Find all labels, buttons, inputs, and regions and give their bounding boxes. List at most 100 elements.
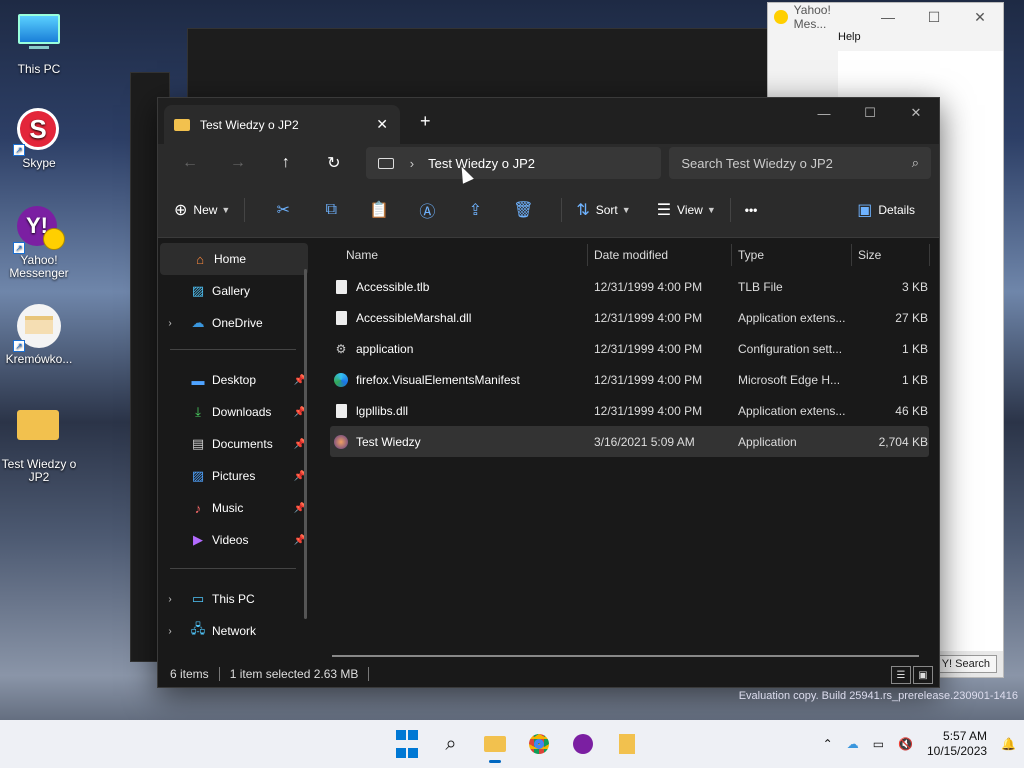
column-type[interactable]: Type bbox=[732, 244, 852, 266]
refresh-icon[interactable]: ↻ bbox=[310, 153, 358, 173]
file-icon bbox=[334, 279, 348, 295]
column-date[interactable]: Date modified bbox=[588, 244, 732, 266]
yahoo-search-button[interactable]: Y! Search bbox=[934, 655, 997, 673]
back-arrow-icon[interactable]: ← bbox=[166, 154, 214, 172]
desktop-icon-label: Skype bbox=[22, 156, 56, 170]
table-row[interactable]: AccessibleMarshal.dll 12/31/1999 4:00 PM… bbox=[330, 302, 929, 333]
desktop-icon-yahoo[interactable]: Y! ↗ Yahoo! Messenger bbox=[0, 206, 78, 280]
onedrive-icon[interactable]: ☁ bbox=[847, 737, 859, 751]
nav-item-pictures[interactable]: ▨ Pictures 📌 bbox=[158, 460, 314, 492]
table-row-selected[interactable]: Test Wiedzy 3/16/2021 5:09 AM Applicatio… bbox=[330, 426, 929, 457]
nav-item-documents[interactable]: ▤ Documents 📌 bbox=[158, 428, 314, 460]
config-file-icon: ⚙ bbox=[335, 341, 347, 356]
breadcrumb[interactable]: Test Wiedzy o JP2 bbox=[428, 156, 535, 171]
details-label: Details bbox=[878, 203, 915, 217]
nav-item-downloads[interactable]: ⤓ Downloads 📌 bbox=[158, 396, 314, 428]
clock[interactable]: 5:57 AM 10/15/2023 bbox=[927, 729, 987, 759]
nav-item-videos[interactable]: ▶ Videos 📌 bbox=[158, 524, 314, 556]
desktop-icon-skype[interactable]: S ↗ Skype bbox=[0, 108, 78, 170]
item-count: 6 items bbox=[170, 667, 209, 681]
share-icon[interactable]: ⇪ bbox=[451, 200, 499, 220]
nav-label: OneDrive bbox=[212, 316, 263, 330]
table-row[interactable]: Accessible.tlb 12/31/1999 4:00 PM TLB Fi… bbox=[330, 271, 929, 302]
nav-item-home[interactable]: ⌂ Home bbox=[160, 243, 308, 275]
column-name[interactable]: Name bbox=[314, 244, 588, 266]
address-field[interactable]: › Test Wiedzy o JP2 bbox=[365, 147, 662, 179]
desktop-icon-test-wiedzy[interactable]: Test Wiedzy o JP2 bbox=[0, 402, 78, 484]
table-row[interactable]: lgpllibs.dll 12/31/1999 4:00 PM Applicat… bbox=[330, 395, 929, 426]
desktop-icon: ▬ bbox=[191, 372, 205, 388]
more-options-icon[interactable]: ••• bbox=[745, 194, 758, 226]
system-tray: ⌃ ☁ ▭ 🔇 5:57 AM 10/15/2023 🔔 bbox=[823, 720, 1016, 768]
tab-test-wiedzy[interactable]: Test Wiedzy o JP2 ✕ bbox=[164, 105, 400, 144]
nav-item-music[interactable]: ♪ Music 📌 bbox=[158, 492, 314, 524]
navigation-pane: ⌂ Home ▨ Gallery › ☁ OneDrive ▬ Desktop … bbox=[158, 239, 314, 661]
monitor-icon bbox=[17, 14, 61, 58]
column-size[interactable]: Size bbox=[852, 244, 930, 266]
horizontal-scrollbar[interactable] bbox=[332, 655, 919, 657]
table-row[interactable]: firefox.VisualElementsManifest 12/31/199… bbox=[330, 364, 929, 395]
maximize-icon[interactable]: ☐ bbox=[847, 98, 893, 128]
search-icon[interactable]: ⌕ bbox=[434, 727, 468, 761]
chevron-up-icon[interactable]: ⌃ bbox=[823, 737, 833, 751]
nav-label: Gallery bbox=[212, 284, 251, 298]
delete-icon[interactable]: 🗑 bbox=[499, 200, 547, 220]
folder-app-icon[interactable] bbox=[610, 727, 644, 761]
file-explorer-window[interactable]: Test Wiedzy o JP2 ✕ + — ☐ ✕ ← → ↑ ↻ › Te… bbox=[157, 97, 940, 688]
desktop-icon-kremowko[interactable]: ↗ Kremówko... bbox=[0, 304, 78, 366]
search-input[interactable]: Search Test Wiedzy o JP2 ⌕ bbox=[669, 147, 932, 179]
nav-item-gallery[interactable]: ▨ Gallery bbox=[158, 275, 314, 307]
yahoo-messenger-icon[interactable] bbox=[566, 727, 600, 761]
rename-icon[interactable]: Ⓐ bbox=[403, 198, 451, 222]
nav-label: Downloads bbox=[212, 405, 272, 419]
forward-arrow-icon[interactable]: → bbox=[214, 154, 262, 172]
maximize-icon[interactable]: ☐ bbox=[911, 9, 957, 26]
details-button[interactable]: ▣ Details bbox=[857, 194, 915, 226]
view-button[interactable]: ☰ View ▼ bbox=[657, 194, 716, 226]
desktop-icon-this-pc[interactable]: This PC bbox=[0, 10, 78, 76]
yahoo-icon: Y! ↗ bbox=[13, 206, 65, 254]
minimize-icon[interactable]: — bbox=[801, 98, 847, 128]
network-icon[interactable]: ▭ bbox=[873, 737, 884, 751]
up-arrow-icon[interactable]: ↑ bbox=[262, 154, 310, 172]
volume-muted-icon[interactable]: 🔇 bbox=[898, 737, 913, 751]
notification-bell-icon[interactable]: 🔔 bbox=[1001, 737, 1016, 751]
build-watermark: Evaluation copy. Build 25941.rs_prerelea… bbox=[738, 690, 1018, 702]
tiles-view-icon[interactable]: ▣ bbox=[913, 666, 933, 684]
table-row[interactable]: ⚙ application 12/31/1999 4:00 PM Configur… bbox=[330, 333, 929, 364]
chrome-icon[interactable] bbox=[522, 727, 556, 761]
new-tab-icon[interactable]: + bbox=[420, 111, 431, 132]
nav-item-onedrive[interactable]: › ☁ OneDrive bbox=[158, 307, 314, 339]
skype-icon: S ↗ bbox=[13, 108, 61, 156]
close-tab-icon[interactable]: ✕ bbox=[376, 116, 388, 133]
yahoo-title-bar[interactable]: Yahoo! Mes... — ☐ ✕ bbox=[768, 3, 1003, 31]
address-bar: ← → ↑ ↻ › Test Wiedzy o JP2 Search Test … bbox=[158, 144, 939, 182]
chevron-down-icon: ▼ bbox=[706, 204, 716, 215]
cut-icon[interactable]: ✂ bbox=[259, 200, 307, 220]
nav-scrollbar[interactable] bbox=[304, 269, 307, 619]
start-icon[interactable] bbox=[390, 727, 424, 761]
nav-label: Home bbox=[214, 252, 247, 266]
pictures-icon: ▨ bbox=[191, 468, 205, 483]
chevron-right-icon[interactable]: › bbox=[158, 594, 182, 605]
nav-item-network[interactable]: › 🖧 Network bbox=[158, 615, 314, 647]
close-icon[interactable]: ✕ bbox=[957, 9, 1003, 26]
desktop-icon-label: Test Wiedzy o JP2 bbox=[1, 457, 77, 484]
shortcut-arrow-icon: ↗ bbox=[13, 242, 25, 254]
paste-icon[interactable]: 📋 bbox=[355, 200, 403, 220]
chevron-right-icon[interactable]: › bbox=[158, 626, 182, 637]
minimize-icon[interactable]: — bbox=[865, 9, 911, 26]
file-explorer-icon[interactable] bbox=[478, 727, 512, 763]
chevron-right-icon[interactable]: › bbox=[158, 318, 182, 329]
copy-icon[interactable]: ⧉ bbox=[307, 201, 355, 219]
nav-item-desktop[interactable]: ▬ Desktop 📌 bbox=[158, 364, 314, 396]
background-window[interactable]: ✕ bbox=[187, 28, 837, 98]
home-icon: ⌂ bbox=[196, 251, 204, 267]
nav-label: Videos bbox=[212, 533, 249, 547]
yahoo-menu-help[interactable]: Help bbox=[768, 31, 1003, 49]
close-icon[interactable]: ✕ bbox=[893, 98, 939, 128]
new-button[interactable]: ⊕ New ▼ bbox=[174, 194, 230, 226]
nav-item-this-pc[interactable]: › ▭ This PC bbox=[158, 583, 314, 615]
sort-button[interactable]: ⇅ Sort ▼ bbox=[576, 194, 630, 226]
details-view-icon[interactable]: ☰ bbox=[891, 666, 911, 684]
